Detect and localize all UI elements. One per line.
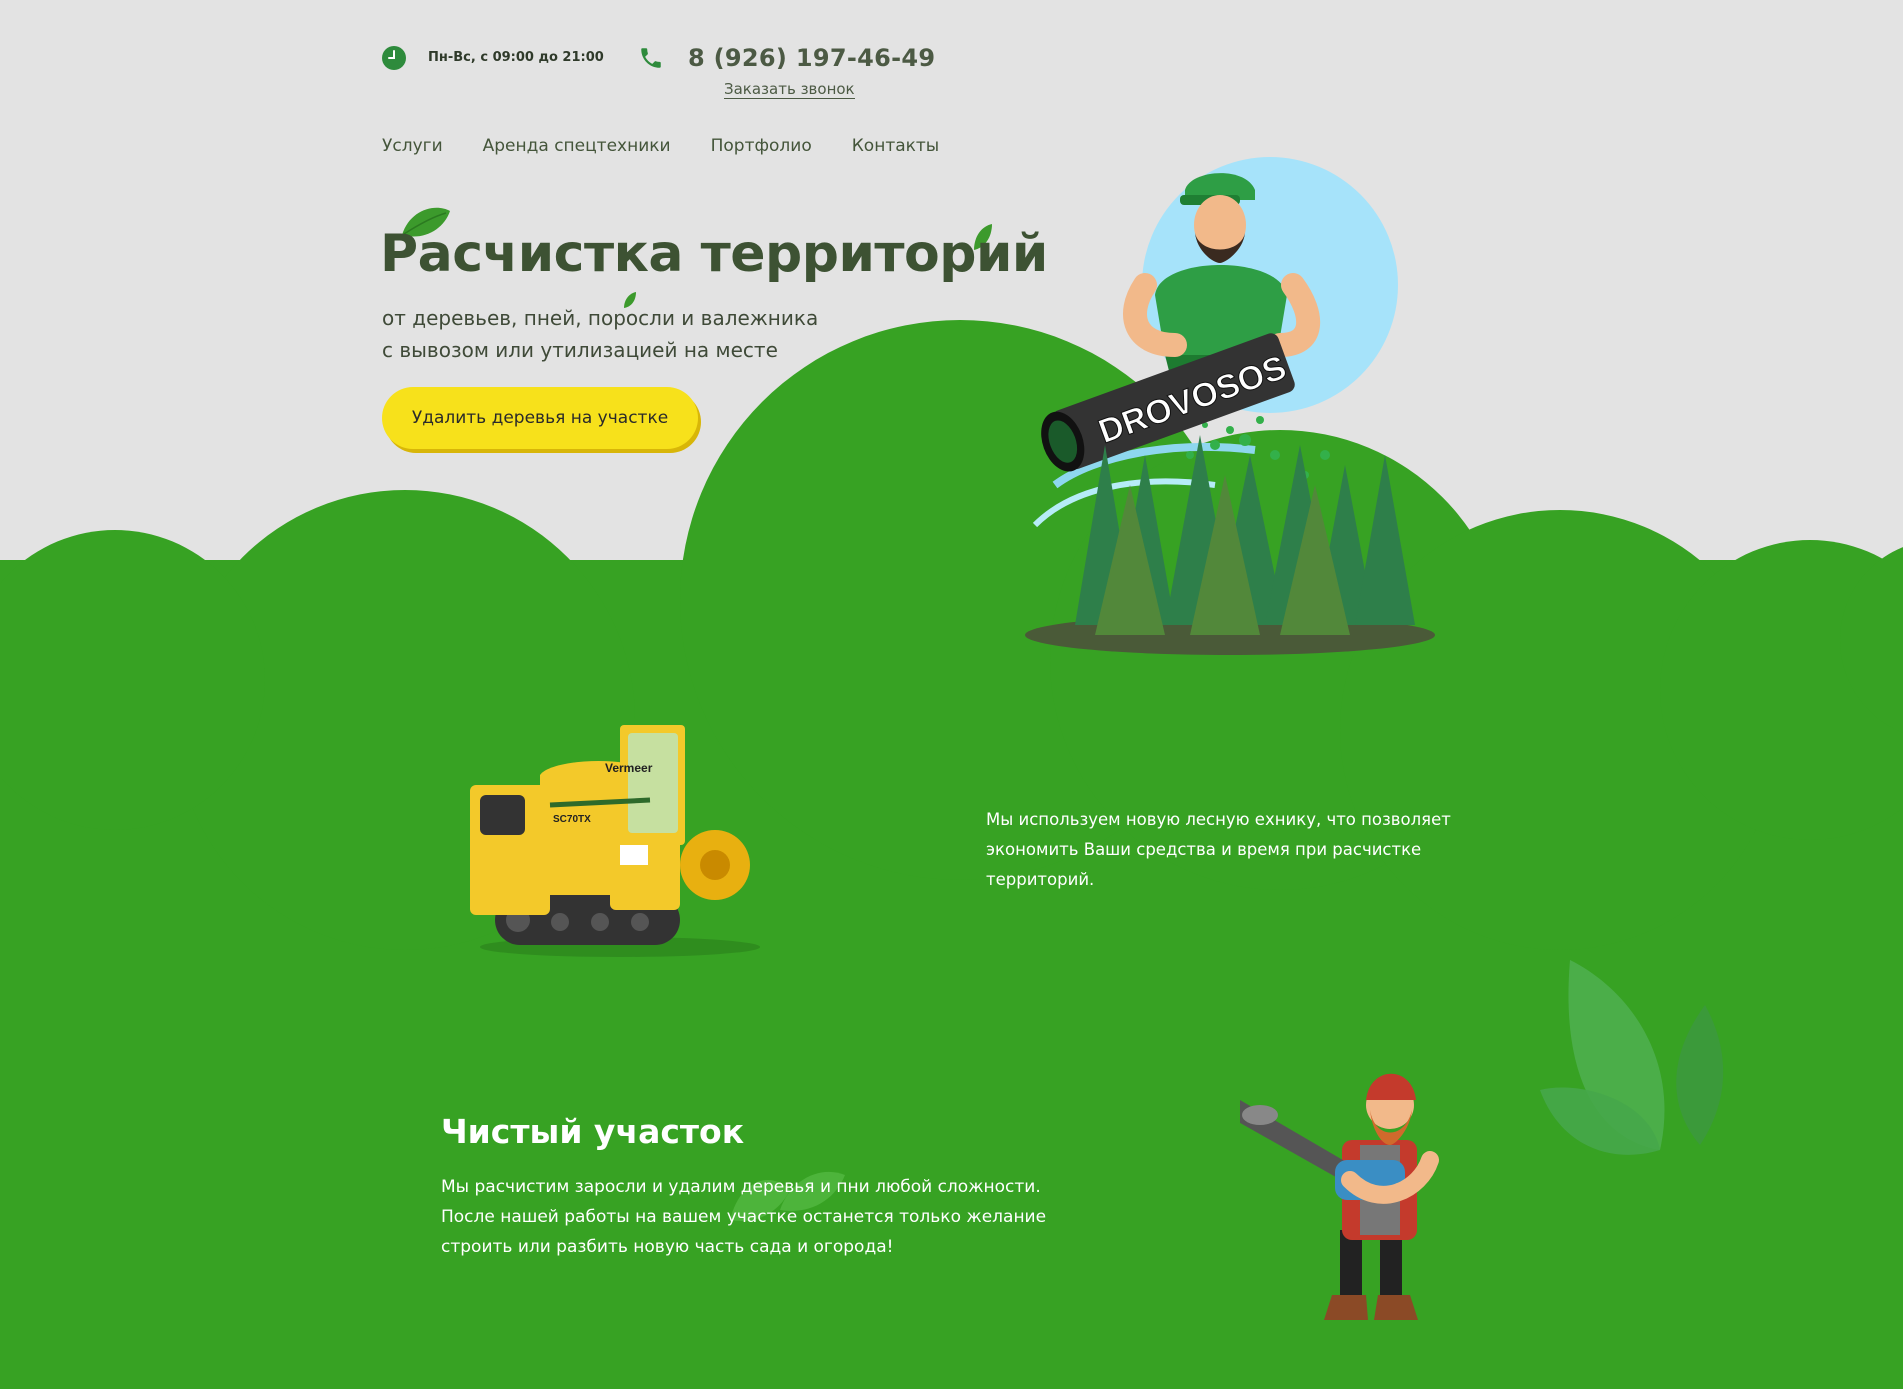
equipment-description: Мы используем новую лесную ехнику, что п… — [986, 810, 1451, 889]
hero-subtitle: от деревьев, пней, поросли и валежника с… — [382, 302, 818, 366]
callback-link[interactable]: Заказать звонок — [724, 80, 855, 99]
clock-icon — [382, 46, 406, 70]
phone-icon — [641, 48, 661, 68]
remove-trees-button[interactable]: Удалить деревья на участке — [382, 387, 698, 449]
clean-plot-title: Чистый участок — [441, 1112, 745, 1151]
mascot-forest-illustration: DROVOSOS — [1025, 157, 1435, 655]
hero-subtitle-line-2: с вывозом или утилизацией на месте — [382, 338, 778, 362]
working-hours: Пн-Вс, с 09:00 до 21:00 — [428, 50, 604, 65]
nav-item-portfolio[interactable]: Портфолио — [711, 136, 812, 156]
main-nav: Услуги Аренда спецтехники Портфолио Конт… — [382, 136, 939, 156]
clean-plot-description: Мы расчистим заросли и удалим деревья и … — [441, 1177, 1047, 1257]
nav-item-services[interactable]: Услуги — [382, 136, 443, 156]
machine-model-label: SC70TX — [553, 814, 591, 825]
stump-grinder-illustration: Vermeer SC70TX — [470, 725, 760, 957]
phone-number[interactable]: 8 (926) 197-46-49 — [688, 44, 935, 72]
nav-item-equipment-rental[interactable]: Аренда спецтехники — [483, 136, 671, 156]
nav-item-contacts[interactable]: Контакты — [852, 136, 940, 156]
leaves-decoration-icon — [1540, 960, 1724, 1155]
hero-title: Расчистка территорий — [380, 224, 1048, 284]
lumberjack-illustration — [1240, 1073, 1439, 1320]
machine-brand-label: Vermeer — [605, 761, 653, 775]
hero-subtitle-line-1: от деревьев, пней, поросли и валежника — [382, 306, 819, 330]
